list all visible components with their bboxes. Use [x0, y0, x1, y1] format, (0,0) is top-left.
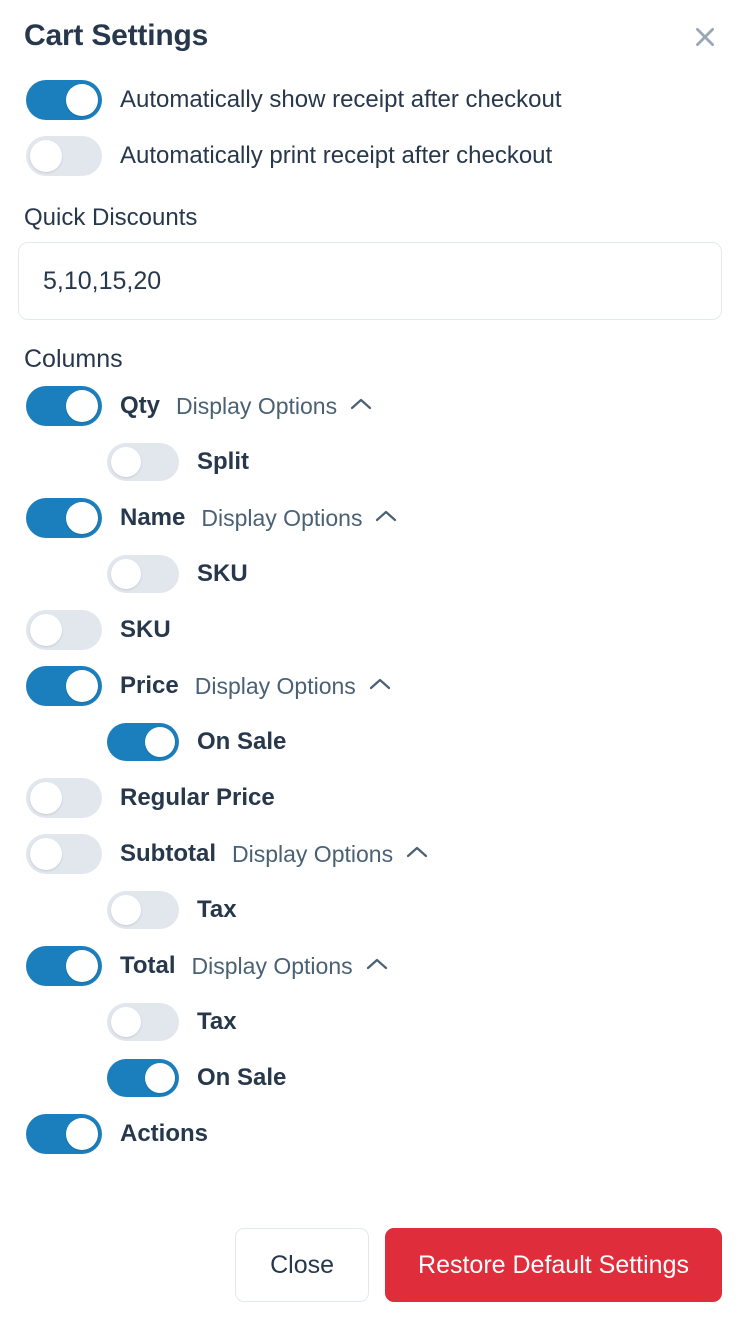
toggle-knob	[111, 447, 141, 477]
toggle-knob	[66, 1118, 98, 1150]
column-child-row-total-onsale[interactable]: On Sale	[0, 1050, 740, 1106]
column-label-qty: Qty	[120, 392, 161, 419]
display-options-name[interactable]: Display Options	[201, 505, 397, 532]
column-child-row-subtotal-tax[interactable]: Tax	[0, 882, 740, 938]
auto-print-receipt-toggle[interactable]	[26, 136, 102, 176]
page-title: Cart Settings	[24, 19, 209, 52]
toggle-knob	[111, 559, 141, 589]
receipt-options-group: Automatically show receipt after checkou…	[0, 72, 740, 184]
toggle-knob	[66, 670, 98, 702]
column-toggle-total[interactable]	[26, 946, 102, 986]
column-child-label-price-onsale: On Sale	[197, 728, 287, 755]
column-label-subtotal: Subtotal	[120, 840, 216, 867]
receipt-option-row[interactable]: Automatically show receipt after checkou…	[0, 72, 740, 128]
column-toggle-name[interactable]	[26, 498, 102, 538]
column-label-name: Name	[120, 504, 186, 531]
display-options-label: Display Options	[191, 952, 353, 979]
toggle-knob	[30, 838, 62, 870]
column-label-price: Price	[120, 672, 179, 699]
close-button[interactable]: Close	[235, 1228, 370, 1302]
column-child-row-price-onsale[interactable]: On Sale	[0, 714, 740, 770]
display-options-label: Display Options	[176, 392, 338, 419]
receipt-option-row[interactable]: Automatically print receipt after checko…	[0, 128, 740, 184]
cart-settings-dialog: Cart Settings Automatically show receipt…	[0, 0, 740, 1324]
toggle-knob	[111, 1007, 141, 1037]
column-child-row-split[interactable]: Split	[0, 434, 740, 490]
dialog-footer: Close Restore Default Settings	[0, 1228, 740, 1302]
column-child-toggle-subtotal-tax[interactable]	[107, 891, 179, 929]
toggle-knob	[30, 614, 62, 646]
toggle-knob	[145, 727, 175, 757]
columns-heading: Columns	[24, 345, 123, 373]
column-child-toggle-price-onsale[interactable]	[107, 723, 179, 761]
close-dialog-button[interactable]	[688, 20, 722, 54]
toggle-knob	[66, 950, 98, 982]
column-toggle-price[interactable]	[26, 666, 102, 706]
auto-show-receipt-label: Automatically show receipt after checkou…	[120, 86, 562, 113]
column-child-toggle-total-tax[interactable]	[107, 1003, 179, 1041]
column-child-label-total-onsale: On Sale	[197, 1064, 287, 1091]
chevron-up-icon	[366, 957, 388, 976]
chevron-up-icon	[406, 845, 428, 864]
quick-discounts-input[interactable]	[18, 242, 722, 320]
column-row-subtotal[interactable]: Subtotal Display Options	[0, 826, 740, 882]
column-row-price[interactable]: Price Display Options	[0, 658, 740, 714]
column-toggle-actions[interactable]	[26, 1114, 102, 1154]
column-row-sku[interactable]: SKU	[0, 602, 740, 658]
column-label-actions: Actions	[120, 1120, 209, 1147]
column-label-regular-price: Regular Price	[120, 784, 275, 811]
quick-discounts-label: Quick Discounts	[24, 204, 198, 231]
restore-default-settings-button[interactable]: Restore Default Settings	[385, 1228, 722, 1302]
column-child-label-subtotal-tax: Tax	[197, 896, 237, 923]
column-child-toggle-split[interactable]	[107, 443, 179, 481]
toggle-knob	[111, 895, 141, 925]
column-label-total: Total	[120, 952, 176, 979]
chevron-up-icon	[369, 677, 391, 696]
close-icon	[692, 24, 718, 50]
column-child-label-name-sku: SKU	[197, 560, 248, 587]
column-row-regular-price[interactable]: Regular Price	[0, 770, 740, 826]
column-child-toggle-total-onsale[interactable]	[107, 1059, 179, 1097]
column-toggle-qty[interactable]	[26, 386, 102, 426]
display-options-label: Display Options	[194, 672, 356, 699]
column-child-row-name-sku[interactable]: SKU	[0, 546, 740, 602]
display-options-label: Display Options	[232, 840, 394, 867]
column-row-actions[interactable]: Actions	[0, 1106, 740, 1162]
column-label-sku: SKU	[120, 616, 171, 643]
dialog-header: Cart Settings	[0, 0, 740, 72]
toggle-knob	[66, 390, 98, 422]
toggle-knob	[66, 84, 98, 116]
display-options-total[interactable]: Display Options	[192, 953, 388, 980]
column-child-toggle-name-sku[interactable]	[107, 555, 179, 593]
column-child-label-split: Split	[197, 448, 249, 475]
toggle-knob	[30, 140, 62, 172]
toggle-knob	[145, 1063, 175, 1093]
column-row-name[interactable]: Name Display Options	[0, 490, 740, 546]
quick-discounts-section: Quick Discounts	[0, 202, 740, 320]
column-row-total[interactable]: Total Display Options	[0, 938, 740, 994]
chevron-up-icon	[350, 397, 372, 416]
column-child-label-total-tax: Tax	[197, 1008, 237, 1035]
columns-section: Columns Qty Display Options Split Name D…	[0, 342, 740, 1162]
auto-print-receipt-label: Automatically print receipt after checko…	[120, 142, 553, 169]
toggle-knob	[66, 502, 98, 534]
auto-show-receipt-toggle[interactable]	[26, 80, 102, 120]
column-toggle-regular-price[interactable]	[26, 778, 102, 818]
column-toggle-sku[interactable]	[26, 610, 102, 650]
toggle-knob	[30, 782, 62, 814]
column-toggle-subtotal[interactable]	[26, 834, 102, 874]
display-options-label: Display Options	[201, 504, 363, 531]
display-options-price[interactable]: Display Options	[195, 673, 391, 700]
chevron-up-icon	[375, 509, 397, 528]
display-options-qty[interactable]: Display Options	[176, 393, 372, 420]
display-options-subtotal[interactable]: Display Options	[232, 841, 428, 868]
column-child-row-total-tax[interactable]: Tax	[0, 994, 740, 1050]
column-row-qty[interactable]: Qty Display Options	[0, 378, 740, 434]
